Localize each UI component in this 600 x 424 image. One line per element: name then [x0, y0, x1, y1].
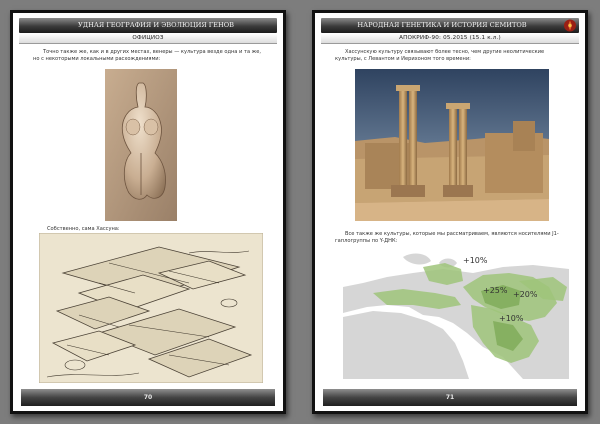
running-header: НАРОДНАЯ ГЕНЕТИКА И ИСТОРИЯ СЕМИТОВ	[321, 18, 579, 33]
haplogroup-distribution-map: +10% +25% +20% +10%	[343, 247, 569, 379]
red-emblem-icon	[564, 19, 576, 32]
page-number: 70	[21, 389, 275, 406]
page-right: НАРОДНАЯ ГЕНЕТИКА И ИСТОРИЯ СЕМИТОВ АПОК…	[312, 10, 588, 414]
body-paragraph: Точно также же, как и в других местах, в…	[33, 49, 262, 63]
running-header: УДНАЯ ГЕОГРАФИЯ И ЭВОЛЮЦИЯ ГЕНОВ	[19, 18, 277, 33]
figure-caption: Все также же культуры, которые мы рассма…	[335, 231, 559, 245]
settlement-plan-sketch	[39, 233, 263, 383]
section-title: АПОКРИФ-90: 05.2015 (15.1 к.л.)	[321, 34, 579, 44]
map-label: +10%	[463, 256, 488, 265]
map-label: +20%	[513, 290, 538, 299]
section-title: ОФИЦИОЗ	[19, 34, 277, 44]
map-label: +10%	[499, 314, 524, 323]
figurine-photo	[105, 69, 177, 221]
ruins-photo	[355, 69, 549, 221]
page-number: 71	[323, 389, 577, 406]
body-paragraph: Хассунскую культуру связывают более тесн…	[335, 49, 545, 63]
map-label: +25%	[483, 286, 508, 295]
page-left: УДНАЯ ГЕОГРАФИЯ И ЭВОЛЮЦИЯ ГЕНОВ ОФИЦИОЗ…	[10, 10, 286, 414]
